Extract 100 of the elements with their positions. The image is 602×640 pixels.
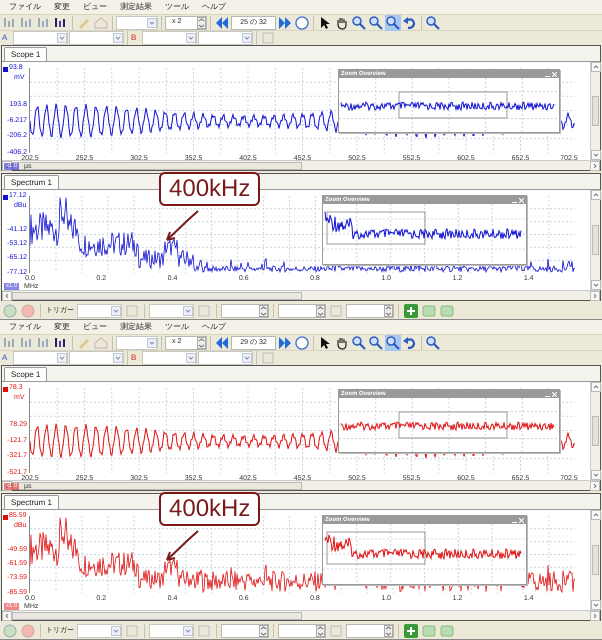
scroll-up-icon[interactable] xyxy=(591,510,601,520)
close-icon[interactable] xyxy=(519,198,524,202)
scroll-down-icon[interactable] xyxy=(591,150,601,160)
callout-box: 400kHz xyxy=(159,172,260,206)
add-icon[interactable] xyxy=(403,622,419,638)
menu-item[interactable]: 変更 xyxy=(54,322,70,332)
zoom-in-icon[interactable] xyxy=(351,334,367,350)
dropdown[interactable] xyxy=(77,304,122,318)
scroll-down-icon[interactable] xyxy=(591,470,601,480)
horizontal-scrollbar[interactable] xyxy=(2,480,600,490)
zoom-selection-icon[interactable] xyxy=(385,14,401,30)
channel-button[interactable]: A xyxy=(2,33,12,43)
scroll-thumb[interactable] xyxy=(12,612,302,620)
menu-item[interactable]: ツール xyxy=(165,2,189,12)
spin-field[interactable] xyxy=(221,624,269,638)
channel-marker xyxy=(3,515,8,520)
scroll-up-icon[interactable] xyxy=(591,190,601,200)
channel-marker xyxy=(3,195,8,200)
house-icon[interactable] xyxy=(93,334,109,350)
spinner-icon[interactable] xyxy=(316,624,325,636)
scroll-up-icon[interactable] xyxy=(591,62,601,72)
channel-button[interactable]: B xyxy=(131,353,141,363)
undo-icon[interactable] xyxy=(402,14,418,30)
dropdown[interactable] xyxy=(77,624,122,638)
channel-marker xyxy=(3,67,8,72)
zoom-region[interactable] xyxy=(326,532,426,564)
menu-item[interactable]: 測定結果 xyxy=(120,2,152,12)
close-icon[interactable] xyxy=(552,392,557,396)
spinner-icon[interactable] xyxy=(316,304,325,316)
menu-item[interactable]: ビュー xyxy=(83,2,107,12)
chart-tab[interactable]: Scope 1 xyxy=(4,367,48,381)
chart-tab[interactable]: Spectrum 1 xyxy=(4,175,59,189)
dropdown[interactable] xyxy=(149,304,194,318)
channel-button[interactable]: A xyxy=(2,353,12,363)
vertical-scrollbar[interactable] xyxy=(590,382,600,480)
stop-button[interactable] xyxy=(20,302,36,318)
zoom-region[interactable] xyxy=(326,212,426,244)
callout-box: 400kHz xyxy=(159,492,260,526)
spin-field[interactable] xyxy=(346,624,394,638)
scroll-thumb[interactable] xyxy=(592,96,599,126)
menu-item[interactable]: 測定結果 xyxy=(120,322,152,332)
dropdown[interactable] xyxy=(116,336,158,350)
scroll-thumb[interactable] xyxy=(12,292,302,300)
scroll-thumb[interactable] xyxy=(592,545,599,575)
start-button[interactable] xyxy=(2,622,18,638)
menu-item[interactable]: ファイル xyxy=(9,322,41,332)
close-icon[interactable] xyxy=(519,518,524,522)
add-icon[interactable] xyxy=(403,302,419,318)
zoom-out-icon[interactable] xyxy=(368,334,384,350)
scroll-right-icon[interactable] xyxy=(590,610,600,620)
spin-field[interactable] xyxy=(278,304,326,318)
vertical-scrollbar[interactable] xyxy=(590,510,600,610)
scroll-up-icon[interactable] xyxy=(591,382,601,392)
spinner-icon[interactable] xyxy=(259,304,268,316)
callout-arrow xyxy=(164,530,200,562)
dropdown[interactable] xyxy=(116,16,158,30)
spinner-icon[interactable] xyxy=(197,336,206,348)
undo-icon[interactable] xyxy=(402,334,418,350)
scroll-thumb[interactable] xyxy=(592,225,599,255)
scroll-left-icon[interactable] xyxy=(2,290,12,300)
zoom-selection-icon[interactable] xyxy=(385,334,401,350)
spinner-icon[interactable] xyxy=(197,16,206,28)
zoom-in-icon[interactable] xyxy=(351,14,367,30)
scroll-right-icon[interactable] xyxy=(590,480,600,490)
spin-field[interactable] xyxy=(346,304,394,318)
horizontal-scrollbar[interactable] xyxy=(2,610,600,620)
spin-field[interactable] xyxy=(278,624,326,638)
vertical-scrollbar[interactable] xyxy=(590,190,600,290)
scroll-right-icon[interactable] xyxy=(590,290,600,300)
horizontal-scrollbar[interactable] xyxy=(2,160,600,170)
scroll-left-icon[interactable] xyxy=(2,610,12,620)
house-icon[interactable] xyxy=(93,14,109,30)
channel-button[interactable]: B xyxy=(131,33,141,43)
horizontal-scrollbar[interactable] xyxy=(2,290,600,300)
vertical-scrollbar[interactable] xyxy=(590,62,600,160)
spin-field[interactable] xyxy=(221,304,269,318)
scroll-down-icon[interactable] xyxy=(591,600,601,610)
callout-arrow xyxy=(164,210,200,242)
close-icon[interactable] xyxy=(552,72,557,76)
menu-item[interactable]: ビュー xyxy=(83,322,107,332)
spinner-icon[interactable] xyxy=(259,624,268,636)
menu-item[interactable]: ツール xyxy=(165,322,189,332)
scroll-thumb[interactable] xyxy=(592,416,599,446)
menu-item[interactable]: ヘルプ xyxy=(202,322,226,332)
start-button[interactable] xyxy=(2,302,18,318)
channel-marker xyxy=(3,387,8,392)
zoom-out-icon[interactable] xyxy=(368,14,384,30)
menu-item[interactable]: ヘルプ xyxy=(202,2,226,12)
menu-item[interactable]: 変更 xyxy=(54,2,70,12)
zoom-icon[interactable] xyxy=(425,334,441,350)
zoom-icon[interactable] xyxy=(425,14,441,30)
chart-tab[interactable]: Spectrum 1 xyxy=(4,495,59,509)
spinner-icon[interactable] xyxy=(384,304,393,316)
scroll-right-icon[interactable] xyxy=(590,160,600,170)
chart-tab[interactable]: Scope 1 xyxy=(4,47,48,61)
stop-button[interactable] xyxy=(20,622,36,638)
spinner-icon[interactable] xyxy=(384,624,393,636)
scroll-down-icon[interactable] xyxy=(591,280,601,290)
menu-item[interactable]: ファイル xyxy=(9,2,41,12)
dropdown[interactable] xyxy=(149,624,194,638)
